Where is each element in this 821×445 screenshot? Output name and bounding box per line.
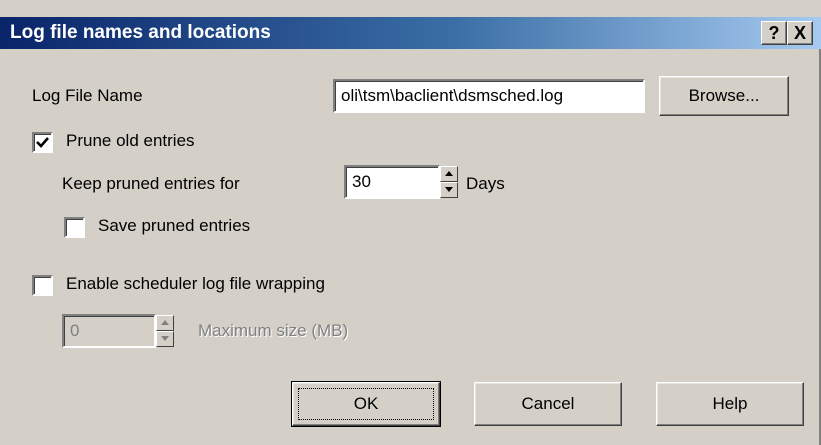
max-size-spinner[interactable] [156, 314, 174, 348]
keep-days-field[interactable]: 30 [344, 165, 440, 199]
keep-days-down-button[interactable] [440, 182, 458, 198]
cancel-button[interactable]: Cancel [474, 382, 622, 426]
help-title-button[interactable]: ? [761, 21, 787, 45]
prune-old-entries-checkbox[interactable] [32, 132, 53, 153]
ok-button-label: OK [353, 394, 379, 413]
days-label: Days [466, 174, 505, 193]
checkmark-icon [36, 137, 49, 148]
log-file-name-field[interactable]: oli\tsm\baclient\dsmsched.log [333, 79, 645, 113]
help-button-label: Help [712, 394, 748, 413]
cancel-button-label: Cancel [521, 394, 575, 413]
keep-days-up-button[interactable] [440, 166, 458, 182]
close-title-button[interactable]: X [787, 21, 813, 45]
browse-button-label: Browse... [688, 86, 760, 105]
keep-days-value: 30 [352, 172, 371, 191]
max-size-down-button[interactable] [156, 331, 174, 347]
max-size-up-button[interactable] [156, 315, 174, 331]
log-file-name-value: oli\tsm\baclient\dsmsched.log [341, 86, 564, 105]
title-bar[interactable]: Log file names and locations ? X [0, 17, 821, 49]
triangle-up-icon [161, 320, 169, 325]
triangle-up-icon [445, 171, 453, 176]
browse-button[interactable]: Browse... [659, 76, 789, 116]
question-mark-icon: ? [768, 23, 780, 43]
triangle-down-icon [445, 187, 453, 192]
triangle-down-icon [161, 336, 169, 341]
keep-pruned-label: Keep pruned entries for [62, 174, 240, 193]
keep-days-spinner[interactable] [440, 165, 458, 199]
max-size-label: Maximum size (MB) [198, 321, 349, 340]
max-size-value: 0 [70, 321, 80, 340]
save-pruned-entries-label: Save pruned entries [98, 216, 251, 235]
prune-old-entries-label: Prune old entries [66, 131, 195, 150]
close-icon: X [793, 23, 806, 43]
log-file-name-label: Log File Name [32, 86, 143, 105]
window-title: Log file names and locations [10, 22, 271, 43]
ok-button[interactable]: OK [291, 381, 441, 427]
log-settings-dialog: Log file names and locations ? X Log Fil… [0, 0, 821, 445]
save-pruned-entries-checkbox[interactable] [64, 217, 85, 238]
help-button[interactable]: Help [656, 382, 804, 426]
max-size-field[interactable]: 0 [62, 314, 156, 348]
enable-wrapping-label: Enable scheduler log file wrapping [66, 274, 325, 293]
enable-wrapping-checkbox[interactable] [32, 275, 53, 296]
